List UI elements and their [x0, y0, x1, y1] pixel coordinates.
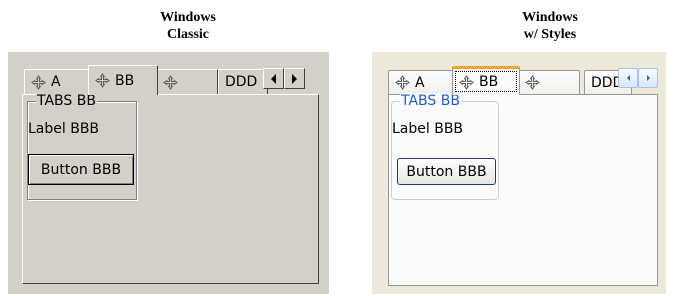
- classic-heading-line2: Classic: [167, 27, 209, 42]
- classic-tab-bb[interactable]: BB: [88, 65, 158, 95]
- scroll-left-icon: [626, 75, 630, 81]
- classic-groupbox: TABS BB Label BBB Button BBB: [27, 93, 137, 200]
- styled-tab-bb[interactable]: BB: [452, 66, 520, 95]
- styled-tab-page: TABS BB Label BBB Button BBB: [388, 93, 658, 286]
- styled-groupbox: TABS BB Label BBB Button BBB: [391, 93, 499, 200]
- styled-window: A BB DDD TABS BB Label BBB Button BBB: [372, 52, 666, 294]
- move-cross-icon: [31, 74, 46, 90]
- classic-label: Label BBB: [28, 121, 100, 137]
- styled-heading-line1: Windows: [522, 10, 578, 25]
- classic-tab-a[interactable]: A: [24, 69, 90, 94]
- focus-rectangle: [455, 71, 517, 92]
- move-cross-icon: [163, 74, 178, 90]
- classic-tab-bb-label: BB: [115, 72, 135, 89]
- scroll-right-button[interactable]: [284, 68, 305, 89]
- scroll-right-icon: [646, 75, 650, 81]
- styled-heading-line2: w/ Styles: [523, 27, 577, 42]
- scroll-left-icon: [271, 73, 276, 84]
- classic-tab-ddd-label: DDD: [225, 74, 258, 90]
- styled-group-title: TABS BB: [400, 93, 461, 109]
- styled-tab-strip: A BB DDD: [388, 64, 658, 96]
- styled-label: Label BBB: [392, 121, 464, 137]
- classic-heading-line1: Windows: [160, 10, 216, 25]
- classic-button-bbb[interactable]: Button BBB: [28, 154, 134, 185]
- move-cross-icon: [525, 75, 540, 90]
- classic-group-title: TABS BB: [36, 93, 97, 109]
- styled-button-bbb[interactable]: Button BBB: [397, 158, 496, 185]
- styled-tab-a[interactable]: A: [388, 70, 454, 94]
- classic-tab-c[interactable]: [156, 69, 218, 94]
- scroll-right-button[interactable]: [638, 68, 658, 88]
- classic-heading: Windows Classic: [118, 9, 258, 43]
- classic-tab-ddd[interactable]: DDD: [218, 69, 268, 94]
- classic-tab-scroll: [263, 68, 305, 89]
- classic-tab-page: TABS BB Label BBB Button BBB: [22, 93, 319, 284]
- styled-tab-scroll: [618, 68, 658, 88]
- move-cross-icon: [395, 75, 410, 90]
- scroll-left-button[interactable]: [263, 68, 284, 89]
- move-cross-icon: [95, 73, 110, 88]
- classic-tab-a-label: A: [51, 74, 61, 90]
- styled-tab-a-label: A: [415, 74, 425, 91]
- styled-heading: Windows w/ Styles: [480, 9, 620, 43]
- classic-tab-strip: A BB DDD: [24, 64, 319, 96]
- styled-tab-c[interactable]: [518, 70, 580, 94]
- scroll-left-button[interactable]: [618, 68, 638, 88]
- scroll-right-icon: [292, 73, 297, 84]
- classic-window: A BB DDD TABS BB Label BBB Button BBB: [8, 52, 329, 294]
